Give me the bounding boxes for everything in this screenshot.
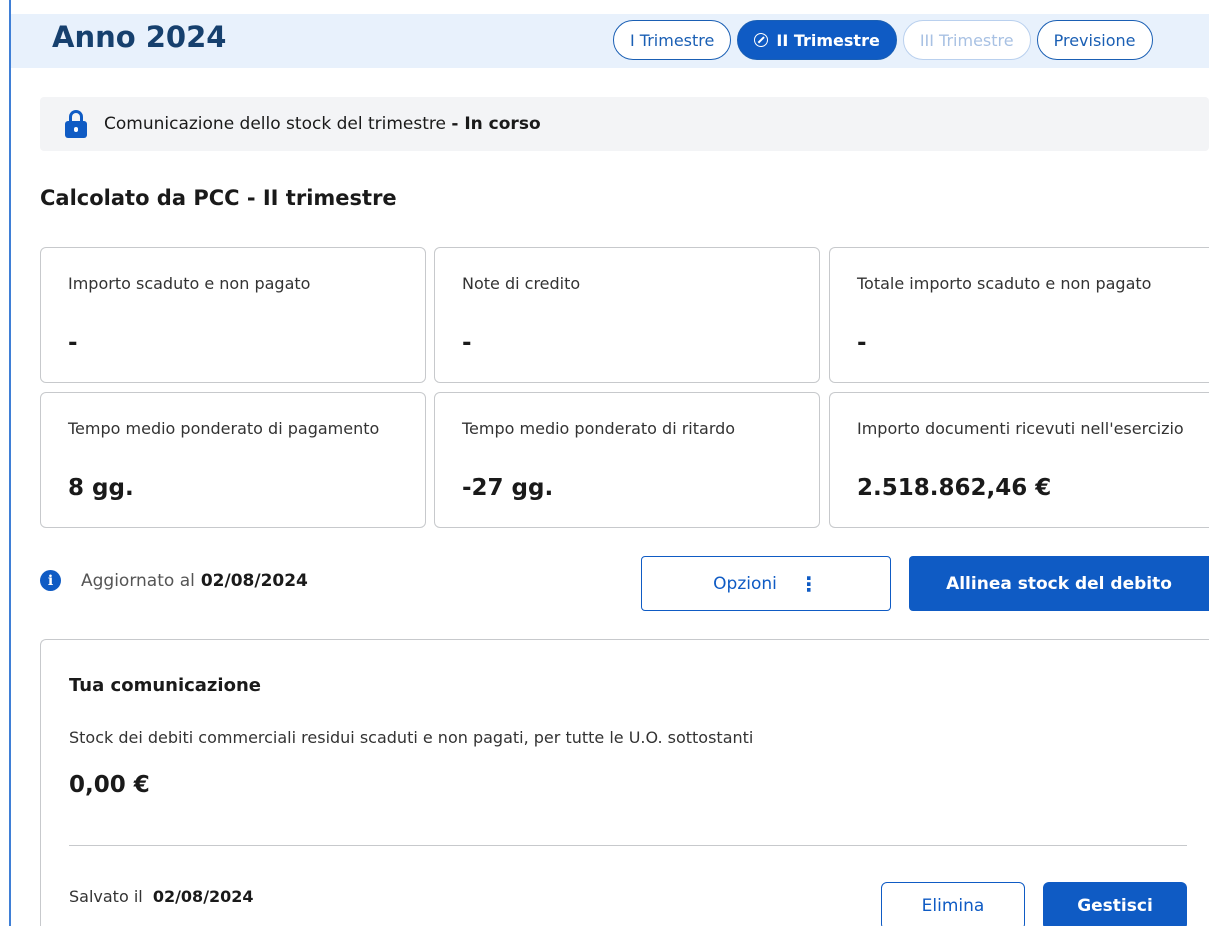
section-title: Calcolato da PCC - II trimestre <box>40 186 397 210</box>
communication-description: Stock dei debiti commerciali residui sca… <box>69 728 754 747</box>
manage-button[interactable]: Gestisci <box>1043 882 1187 926</box>
card-value: 2.518.862,46 € <box>857 475 1052 501</box>
card-label: Totale importo scaduto e non pagato <box>857 274 1152 293</box>
card-totale-importo: Totale importo scaduto e non pagato - <box>829 247 1209 383</box>
card-tempo-ritardo: Tempo medio ponderato di ritardo -27 gg. <box>434 392 820 528</box>
update-date: 02/08/2024 <box>200 570 308 591</box>
tab-label: Previsione <box>1053 30 1136 50</box>
status-label: Comunicazione dello stock del trimestre <box>104 114 446 134</box>
info-icon: i <box>40 570 61 591</box>
status-state: - In corso <box>451 114 541 134</box>
options-label: Opzioni <box>713 573 777 594</box>
delete-button[interactable]: Elimina <box>881 882 1025 926</box>
tab-i-trimestre[interactable]: I Trimestre <box>613 20 732 60</box>
status-bar: Comunicazione dello stock del trimestre … <box>40 97 1209 151</box>
page: Anno 2024 I Trimestre II Trimestre III T… <box>0 0 1209 926</box>
card-value: - <box>68 330 78 356</box>
left-accent-rule <box>9 0 11 926</box>
update-prefix: Aggiornato al <box>81 570 195 591</box>
communication-card: Tua comunicazione Stock dei debiti comme… <box>40 639 1209 926</box>
kebab-menu-icon: ⋮ <box>798 571 819 596</box>
card-value: 8 gg. <box>68 475 134 501</box>
card-label: Tempo medio ponderato di ritardo <box>462 419 736 438</box>
card-value: - <box>462 330 472 356</box>
communication-amount: 0,00 € <box>69 772 150 798</box>
saved-prefix: Salvato il <box>69 887 143 906</box>
card-value: - <box>857 330 867 356</box>
lock-icon <box>64 110 88 138</box>
card-label: Importo documenti ricevuti nell'esercizi… <box>857 419 1184 438</box>
card-label: Tempo medio ponderato di pagamento <box>68 419 380 438</box>
card-label: Note di credito <box>462 274 581 293</box>
manage-label: Gestisci <box>1077 896 1153 916</box>
tab-iii-trimestre: III Trimestre <box>902 20 1031 60</box>
check-circle-icon <box>754 33 769 47</box>
tab-label: III Trimestre <box>919 30 1014 50</box>
year-title: Anno 2024 <box>52 20 227 54</box>
card-value: -27 gg. <box>462 475 554 501</box>
card-tempo-pagamento: Tempo medio ponderato di pagamento 8 gg. <box>40 392 426 528</box>
update-info: i Aggiornato al 02/08/2024 <box>40 570 308 591</box>
communication-title: Tua comunicazione <box>69 675 261 696</box>
card-note-di-credito: Note di credito - <box>434 247 820 383</box>
card-importo-documenti: Importo documenti ricevuti nell'esercizi… <box>829 392 1209 528</box>
align-label: Allinea stock del debito <box>946 573 1172 594</box>
saved-date: 02/08/2024 <box>152 887 254 906</box>
divider <box>69 845 1187 846</box>
saved-info: Salvato il 02/08/2024 <box>69 887 254 906</box>
status-text: Comunicazione dello stock del trimestre … <box>104 114 541 134</box>
tab-label: II Trimestre <box>776 30 880 50</box>
delete-label: Elimina <box>921 896 985 916</box>
options-button[interactable]: Opzioni ⋮ <box>641 556 891 611</box>
tab-label: I Trimestre <box>630 30 715 50</box>
tab-ii-trimestre[interactable]: II Trimestre <box>737 20 897 60</box>
card-label: Importo scaduto e non pagato <box>68 274 311 293</box>
quarter-tabs: I Trimestre II Trimestre III Trimestre P… <box>613 20 1153 60</box>
year-header: Anno 2024 I Trimestre II Trimestre III T… <box>11 14 1209 68</box>
card-importo-scaduto: Importo scaduto e non pagato - <box>40 247 426 383</box>
align-stock-button[interactable]: Allinea stock del debito <box>909 556 1209 611</box>
tab-previsione[interactable]: Previsione <box>1036 20 1153 60</box>
